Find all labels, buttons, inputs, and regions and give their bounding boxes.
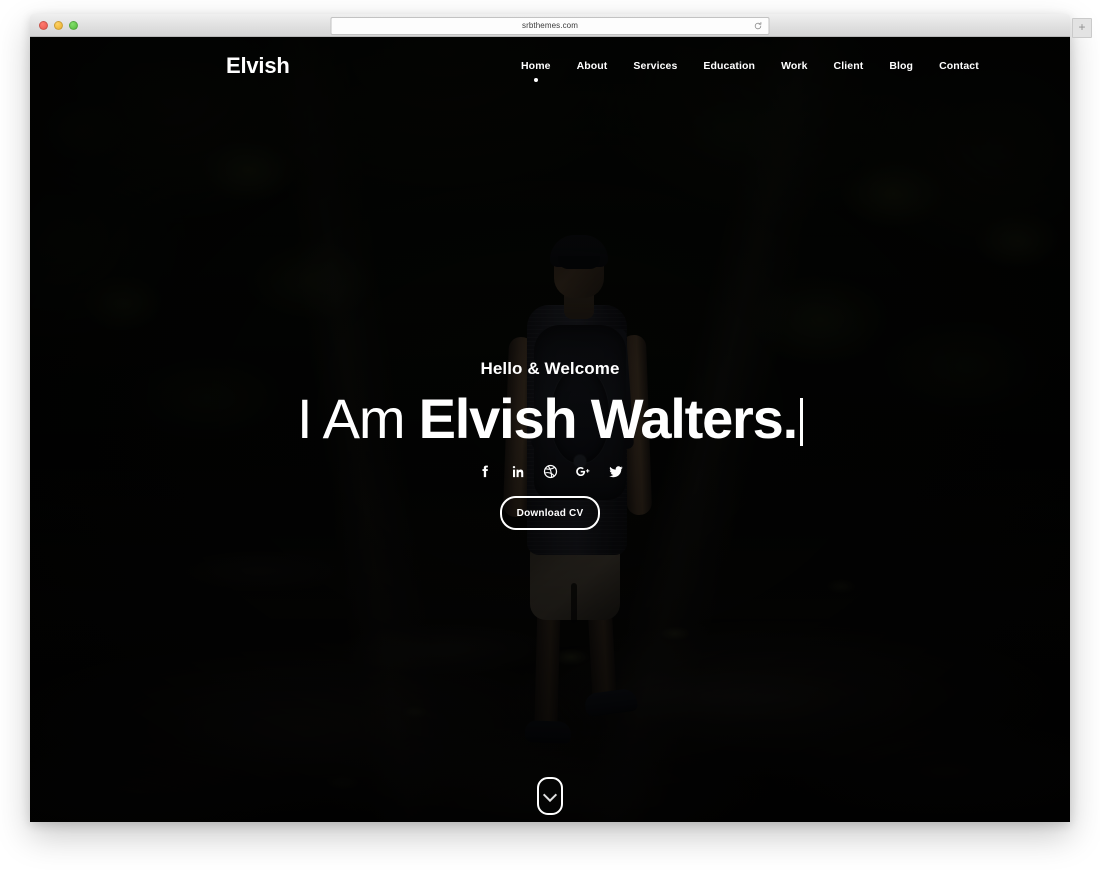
- hero-headline-name: Elvish Walters.: [418, 387, 798, 450]
- nav-item-home[interactable]: Home: [508, 60, 564, 72]
- brand-logo[interactable]: Elvish: [226, 53, 290, 79]
- address-bar[interactable]: srbthemes.com: [330, 17, 770, 35]
- nav-item-education[interactable]: Education: [690, 60, 768, 72]
- new-tab-button[interactable]: +: [1072, 18, 1092, 38]
- nav-item-about[interactable]: About: [564, 60, 621, 72]
- nav-item-blog[interactable]: Blog: [876, 60, 926, 72]
- scroll-down-icon[interactable]: [537, 777, 563, 815]
- facebook-icon[interactable]: [476, 463, 492, 479]
- chevron-down-icon: [542, 787, 558, 803]
- hero-greeting: Hello & Welcome: [480, 359, 620, 378]
- site-header: Elvish Home About Services Education Wor…: [30, 37, 1070, 95]
- minimize-window-button[interactable]: [54, 20, 63, 30]
- nav-item-services[interactable]: Services: [620, 60, 690, 72]
- close-window-button[interactable]: [39, 20, 48, 30]
- typing-cursor: [799, 398, 803, 446]
- browser-window: srbthemes.com + Elvish Home About Servic…: [30, 14, 1092, 822]
- google-plus-icon[interactable]: [575, 463, 591, 479]
- social-links: [30, 463, 1070, 479]
- maximize-window-button[interactable]: [69, 20, 78, 30]
- browser-toolbar: srbthemes.com +: [30, 14, 1092, 38]
- main-navigation: Home About Services Education Work Clien…: [508, 60, 992, 72]
- nav-item-contact[interactable]: Contact: [926, 60, 992, 72]
- url-text: srbthemes.com: [522, 21, 578, 30]
- window-controls: [39, 14, 78, 36]
- download-cv-button[interactable]: Download CV: [500, 496, 600, 531]
- dribbble-icon[interactable]: [542, 463, 558, 479]
- nav-item-work[interactable]: Work: [768, 60, 820, 72]
- linkedin-icon[interactable]: [509, 463, 525, 479]
- reload-icon[interactable]: [754, 22, 763, 31]
- nav-item-client[interactable]: Client: [821, 60, 877, 72]
- hero-content: Hello & Welcome I Am Elvish Walters. Dow…: [30, 359, 1070, 531]
- hero-headline-prefix: I Am: [297, 387, 419, 450]
- hero-headline: I Am Elvish Walters.: [30, 387, 1070, 450]
- twitter-icon[interactable]: [608, 463, 624, 479]
- page-viewport: Elvish Home About Services Education Wor…: [30, 37, 1070, 822]
